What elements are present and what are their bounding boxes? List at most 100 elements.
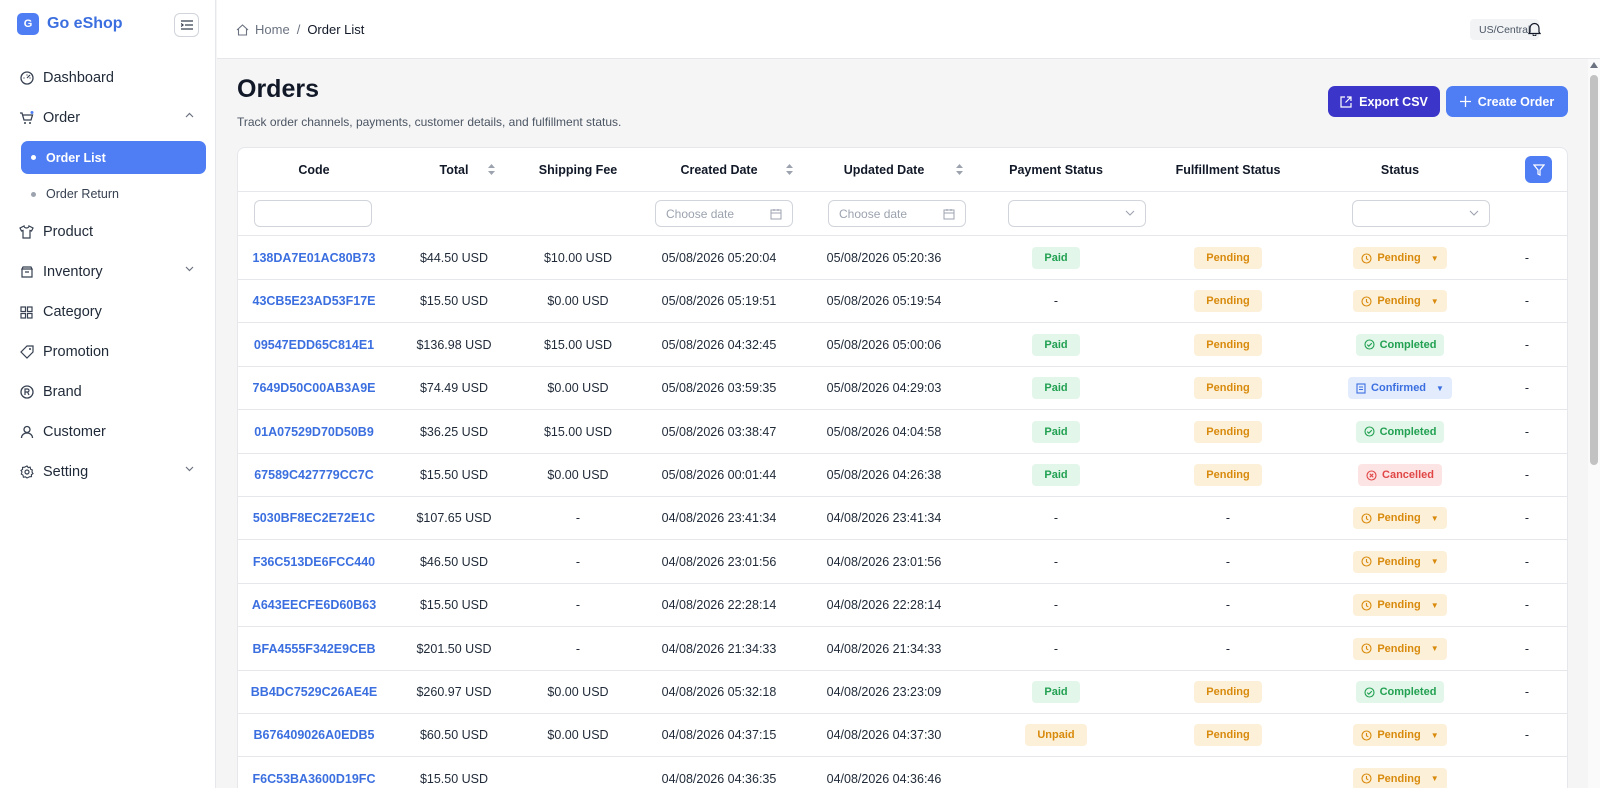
order-status-dropdown[interactable]: Pending ▼ — [1353, 290, 1447, 313]
order-status-label: Pending — [1377, 599, 1421, 612]
order-updated-date: 04/08/2026 23:23:09 — [826, 685, 942, 699]
sort-icon[interactable] — [956, 164, 963, 175]
order-status-dropdown[interactable]: Pending ▼ — [1353, 507, 1447, 530]
table-row[interactable]: 138DA7E01AC80B73 $44.50 USD $10.00 USD 05/0… — [238, 236, 1567, 280]
created-date-picker[interactable]: Choose date — [655, 200, 793, 227]
scrollbar-thumb[interactable] — [1590, 75, 1598, 465]
sidebar-item-brand[interactable]: Brand — [0, 372, 216, 412]
table-row[interactable]: F6C53BA3600D19FC $15.50 USD 04/08/2026 04:… — [238, 757, 1567, 788]
order-updated-date: 04/08/2026 04:36:46 — [826, 771, 942, 786]
sort-icon[interactable] — [488, 164, 495, 175]
order-code-link[interactable]: A643EECFE6D60B63 — [238, 583, 390, 627]
column-header-updated-date[interactable]: Updated Date — [800, 148, 968, 192]
order-code-link[interactable]: B676409026A0EDB5 — [238, 713, 390, 757]
row-action — [1486, 757, 1567, 788]
payment-status-badge: Paid — [1032, 247, 1080, 269]
order-code-link[interactable]: 09547EDD65C814E1 — [238, 323, 390, 367]
code-filter-input[interactable] — [254, 200, 372, 227]
order-status-dropdown[interactable]: Pending ▼ — [1353, 724, 1447, 747]
updated-date-picker[interactable]: Choose date — [828, 200, 966, 227]
order-status-label: Completed — [1379, 686, 1437, 698]
orders-table: Code Total Shipping Fee Created Date Upd… — [237, 147, 1568, 788]
order-code-link[interactable]: 67589C427779CC7C — [238, 453, 390, 497]
row-action: - — [1524, 337, 1530, 352]
order-code-link[interactable]: BFA4555F342E9CEB — [238, 627, 390, 671]
table-row[interactable]: 5030BF8EC2E72E1C $107.65 USD - 04/08/2026 2… — [238, 496, 1567, 541]
column-header-created-date[interactable]: Created Date — [638, 148, 800, 192]
sidebar-item-dashboard[interactable]: Dashboard — [0, 58, 216, 98]
notification-button[interactable] — [1527, 21, 1542, 41]
order-status-cell: Cancelled — [1314, 453, 1486, 497]
sidebar-item-customer[interactable]: Customer — [0, 412, 216, 452]
clock-icon — [1361, 600, 1372, 611]
column-filter-button[interactable] — [1525, 156, 1552, 183]
sidebar-item-label: Inventory — [43, 264, 103, 280]
scroll-up-arrow-icon[interactable] — [1590, 62, 1598, 68]
export-csv-button[interactable]: Export CSV — [1328, 86, 1440, 117]
order-updated-date: 04/08/2026 23:01:56 — [826, 554, 942, 569]
table-row[interactable]: A643EECFE6D60B63 $15.50 USD - 04/08/2026 22… — [238, 583, 1567, 628]
order-status-dropdown[interactable]: Pending ▼ — [1353, 767, 1447, 788]
order-code-link[interactable]: 7649D50C00AB3A9E — [238, 366, 390, 410]
order-total: $74.49 USD — [419, 381, 489, 396]
create-order-button[interactable]: Create Order — [1446, 86, 1568, 117]
brand-icon — [19, 385, 34, 400]
caret-down-icon: ▼ — [1430, 644, 1439, 654]
table-row[interactable]: 43CB5E23AD53F17E $15.50 USD $0.00 USD 05/08… — [238, 279, 1567, 324]
order-status-cell: Confirmed ▼ — [1314, 366, 1486, 410]
order-shipping-fee: $0.00 USD — [547, 468, 609, 482]
order-code-link[interactable]: 01A07529D70D50B9 — [238, 410, 390, 454]
order-code-link[interactable]: 5030BF8EC2E72E1C — [238, 496, 390, 540]
order-status-dropdown[interactable]: Confirmed ▼ — [1348, 377, 1452, 400]
sort-icon[interactable] — [786, 164, 793, 175]
table-row[interactable]: 7649D50C00AB3A9E $74.49 USD $0.00 USD 05/08… — [238, 366, 1567, 411]
create-order-label: Create Order — [1477, 94, 1555, 109]
order-created-date: 04/08/2026 04:36:35 — [661, 771, 777, 786]
order-status-dropdown[interactable]: Pending ▼ — [1353, 247, 1447, 269]
table-row[interactable]: 67589C427779CC7C $15.50 USD $0.00 USD 05/08… — [238, 453, 1567, 497]
order-total: $136.98 USD — [416, 337, 492, 352]
updated-date-placeholder: Choose date — [839, 206, 908, 221]
sidebar-item-promotion[interactable]: Promotion — [0, 332, 216, 372]
sidebar-item-inventory[interactable]: Inventory — [0, 252, 216, 292]
order-code-link[interactable]: 138DA7E01AC80B73 — [238, 236, 390, 280]
order-status-cell: Completed — [1314, 670, 1486, 714]
sidebar-item-setting[interactable]: Setting — [0, 452, 216, 492]
order-status-dropdown[interactable]: Pending ▼ — [1353, 637, 1447, 660]
caret-down-icon: ▼ — [1430, 513, 1439, 523]
caret-down-icon: ▼ — [1436, 383, 1444, 393]
sidebar-subitem-order-return[interactable]: Order Return — [21, 176, 206, 212]
order-status-cell: Completed — [1314, 323, 1486, 367]
breadcrumb-home-link[interactable]: Home — [255, 22, 290, 37]
page-scrollbar[interactable] — [1588, 59, 1600, 788]
brand[interactable]: G Go eShop — [17, 13, 123, 35]
order-shipping-fee: - — [575, 598, 581, 613]
order-code-link[interactable]: F36C513DE6FCC440 — [238, 540, 390, 584]
sidebar-subitem-order-list[interactable]: Order List — [21, 141, 206, 174]
check-circle-icon — [1364, 426, 1375, 437]
order-status-label: Pending — [1377, 555, 1421, 568]
sidebar-toggle-button[interactable] — [174, 13, 199, 37]
sidebar-item-category[interactable]: Category — [0, 292, 216, 332]
table-row[interactable]: B676409026A0EDB5 $60.50 USD $0.00 USD 04/08… — [238, 713, 1567, 758]
fulfillment-status-cell: Pending — [1142, 323, 1314, 367]
order-status-dropdown[interactable]: Pending ▼ — [1353, 594, 1447, 617]
status-select[interactable] — [1352, 200, 1490, 227]
column-header-total[interactable]: Total — [390, 148, 518, 192]
table-row[interactable]: 01A07529D70D50B9 $36.25 USD $15.00 USD 05/0… — [238, 410, 1567, 454]
order-status-cell: Completed — [1314, 410, 1486, 454]
payment-status-select[interactable] — [1008, 200, 1146, 227]
order-shipping-fee: - — [575, 554, 581, 569]
sidebar-item-order[interactable]: Order — [0, 98, 216, 138]
table-row[interactable]: BB4DC7529C26AE4E $260.97 USD $0.00 USD 04/0… — [238, 670, 1567, 714]
order-code-link[interactable]: BB4DC7529C26AE4E — [238, 670, 390, 714]
table-row[interactable]: 09547EDD65C814E1 $136.98 USD $15.00 USD 05/… — [238, 323, 1567, 367]
table-row[interactable]: F36C513DE6FCC440 $46.50 USD - 04/08/2026 23… — [238, 540, 1567, 584]
order-status-dropdown[interactable]: Pending ▼ — [1353, 550, 1447, 573]
order-code-link[interactable]: F6C53BA3600D19FC — [238, 757, 390, 788]
order-created-date: 05/08/2026 05:20:04 — [661, 251, 777, 265]
table-row[interactable]: BFA4555F342E9CEB $201.50 USD - 04/08/2026 2… — [238, 627, 1567, 671]
sidebar-item-product[interactable]: Product — [0, 212, 216, 252]
payment-status-cell: - — [970, 583, 1142, 627]
order-code-link[interactable]: 43CB5E23AD53F17E — [238, 279, 390, 323]
